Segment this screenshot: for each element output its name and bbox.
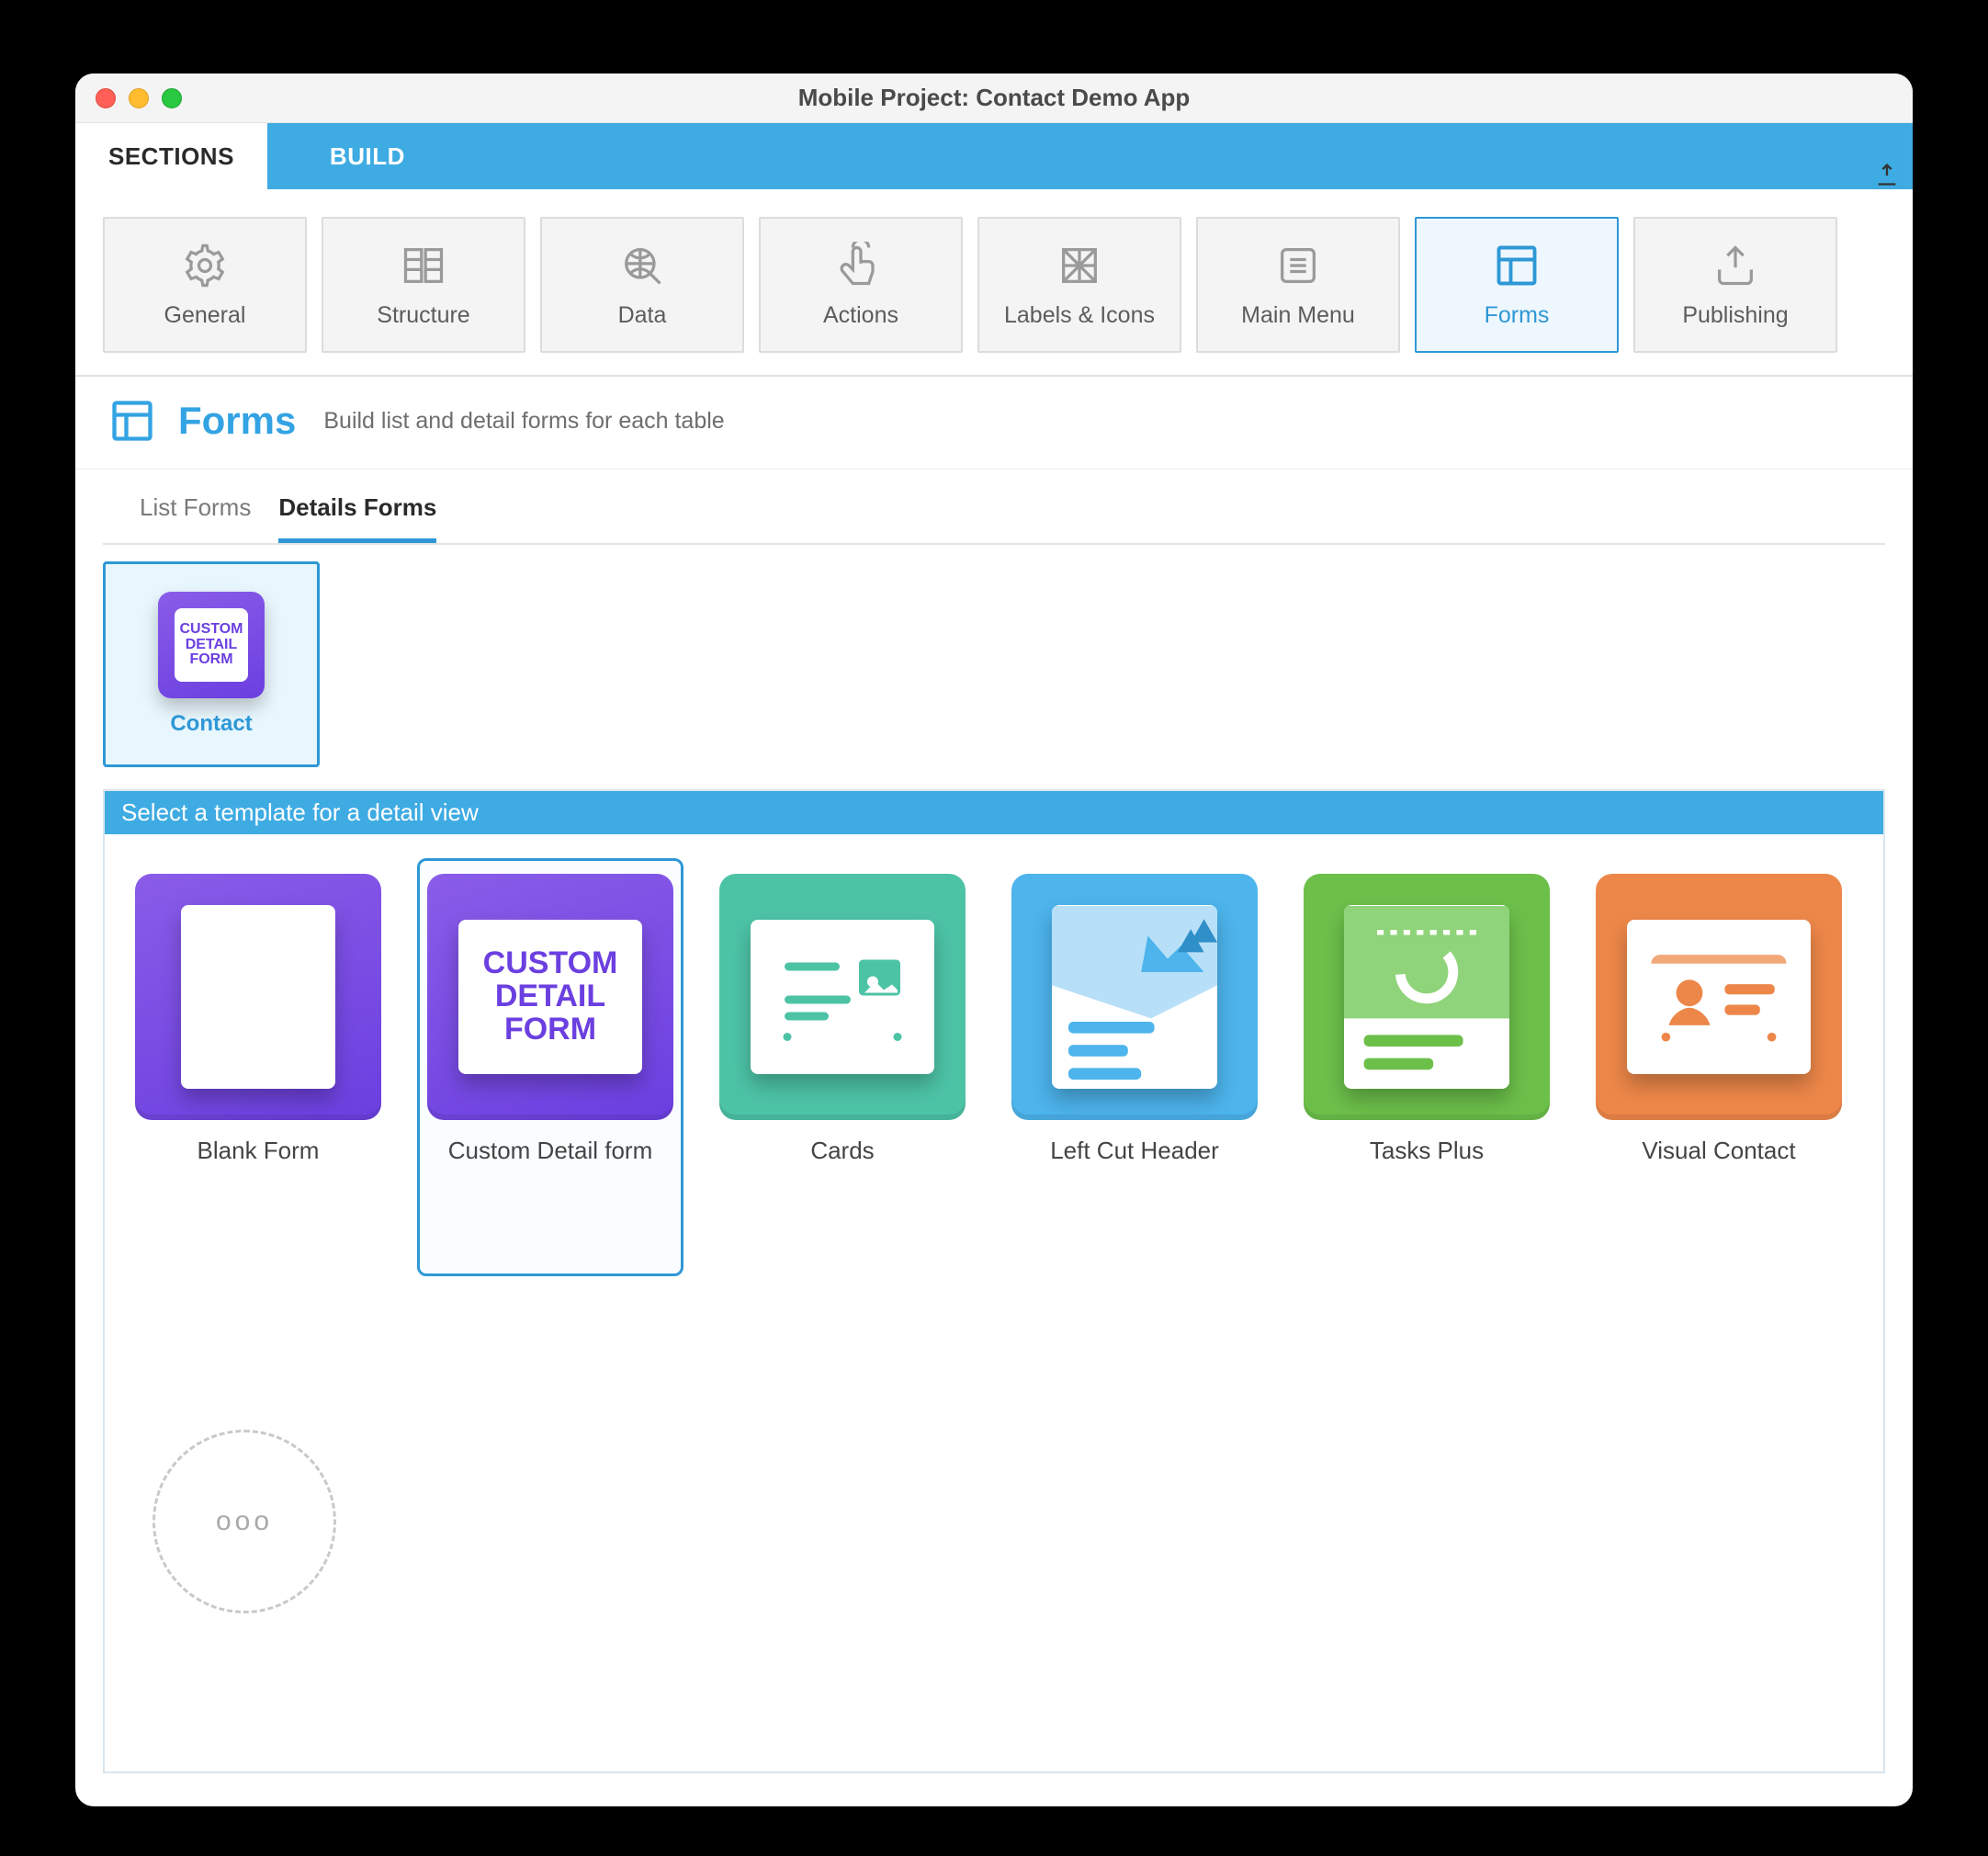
nav-label: Publishing [1682, 302, 1788, 329]
template-label: Visual Contact [1642, 1137, 1795, 1165]
template-visual-contact[interactable]: Visual Contact [1586, 858, 1852, 1276]
blank-page-icon [181, 905, 335, 1089]
publish-icon [1711, 242, 1759, 289]
titlebar: Mobile Project: Contact Demo App [75, 74, 1913, 123]
nav-label: Labels & Icons [1004, 302, 1155, 329]
table-thumb: CUSTOM DETAIL FORM [158, 592, 265, 698]
template-tasks-plus[interactable]: Tasks Plus [1293, 858, 1560, 1276]
template-cards[interactable]: Cards [709, 858, 976, 1276]
tasks-plus-icon [1344, 905, 1509, 1089]
template-blank-form[interactable]: Blank Form [125, 858, 391, 1276]
template-panel-header: Select a template for a detail view [105, 791, 1883, 834]
forms-header: Forms Build list and detail forms for ea… [75, 377, 1913, 470]
template-left-cut-header[interactable]: Left Cut Header [1001, 858, 1268, 1276]
template-grid: Blank Form CUSTOM DETAIL FORM Custom Det… [105, 834, 1883, 1771]
nav-general[interactable]: General [103, 217, 307, 353]
template-label: Blank Form [198, 1137, 320, 1165]
nav-structure[interactable]: Structure [322, 217, 525, 353]
template-tile [135, 874, 381, 1120]
nav-actions[interactable]: Actions [759, 217, 963, 353]
tables-row: CUSTOM DETAIL FORM Contact [75, 545, 1913, 778]
template-custom-detail-form[interactable]: CUSTOM DETAIL FORM Custom Detail form [417, 858, 683, 1276]
gear-icon [181, 242, 229, 289]
tab-build[interactable]: BUILD [267, 123, 1913, 189]
tab-sections[interactable]: SECTIONS [75, 123, 267, 189]
nav-label: Data [618, 302, 667, 329]
layout-icon [1493, 242, 1541, 289]
template-panel: Select a template for a detail view Blan… [103, 789, 1885, 1773]
layout-icon [108, 397, 156, 445]
nav-publishing[interactable]: Publishing [1633, 217, 1837, 353]
template-tile [1596, 874, 1842, 1120]
tables-icon [400, 242, 447, 289]
app-window: Mobile Project: Contact Demo App SECTION… [75, 74, 1913, 1806]
top-tabs: SECTIONS BUILD [75, 123, 1913, 189]
grid-icon [1056, 242, 1103, 289]
template-tile: CUSTOM DETAIL FORM [427, 874, 673, 1120]
forms-subtabs: List Forms Details Forms [103, 470, 1885, 545]
nav-data[interactable]: Data [540, 217, 744, 353]
section-nav: General Structure Data [75, 189, 1913, 377]
custom-detail-form-chip: CUSTOM DETAIL FORM [175, 608, 248, 682]
template-label: Custom Detail form [448, 1137, 653, 1165]
nav-label: Forms [1485, 302, 1550, 329]
upload-icon[interactable] [1870, 154, 1903, 187]
template-tile [1011, 874, 1258, 1120]
template-label: Tasks Plus [1370, 1137, 1484, 1165]
left-cut-header-icon [1052, 905, 1217, 1089]
window-title: Mobile Project: Contact Demo App [75, 84, 1913, 112]
nav-label: Main Menu [1241, 302, 1355, 329]
more-icon: ooo [216, 1506, 273, 1537]
nav-main-menu[interactable]: Main Menu [1196, 217, 1400, 353]
table-label: Contact [170, 711, 252, 737]
nav-labels-icons[interactable]: Labels & Icons [977, 217, 1181, 353]
nav-label: General [164, 302, 246, 329]
template-label: Left Cut Header [1050, 1137, 1219, 1165]
visual-contact-icon [1627, 920, 1811, 1074]
template-label: Cards [810, 1137, 874, 1165]
data-globe-icon [618, 242, 666, 289]
tab-list-forms[interactable]: List Forms [140, 481, 251, 543]
more-templates-button[interactable]: ooo [152, 1430, 336, 1613]
template-tile [719, 874, 966, 1120]
menu-icon [1274, 242, 1322, 289]
tab-details-forms[interactable]: Details Forms [278, 481, 436, 543]
cards-icon [751, 920, 934, 1074]
page-title: Forms [178, 399, 296, 443]
custom-detail-form-icon: CUSTOM DETAIL FORM [458, 920, 642, 1074]
nav-label: Actions [823, 302, 898, 329]
page-subtitle: Build list and detail forms for each tab… [323, 408, 724, 435]
nav-label: Structure [377, 302, 469, 329]
template-tile [1304, 874, 1550, 1120]
nav-forms[interactable]: Forms [1415, 217, 1619, 353]
tap-icon [837, 242, 885, 289]
table-card-contact[interactable]: CUSTOM DETAIL FORM Contact [103, 561, 320, 767]
